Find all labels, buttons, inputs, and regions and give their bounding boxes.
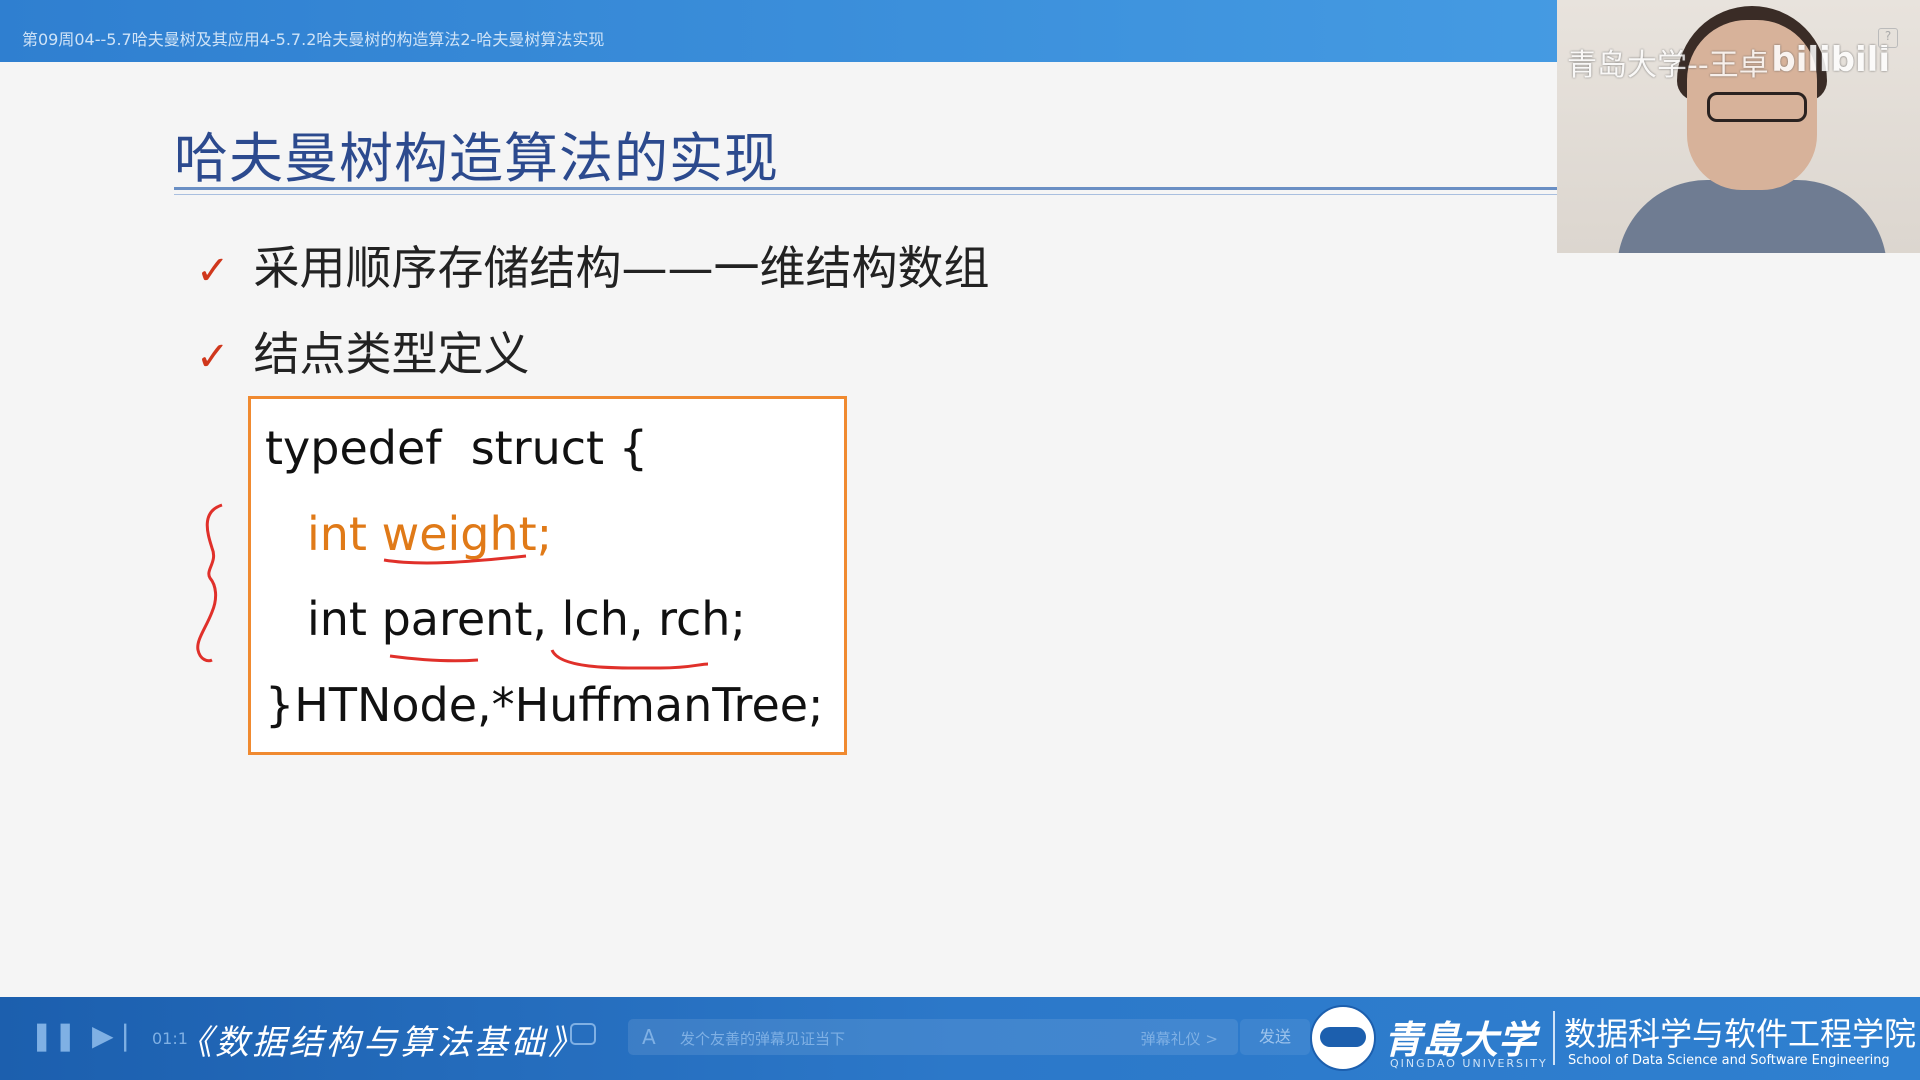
help-icon[interactable]: ? (1878, 28, 1898, 48)
code-line-typedef: typedef struct { (265, 421, 648, 475)
title-underline-thin (174, 194, 1557, 195)
send-button[interactable]: 发送 (1240, 1019, 1310, 1055)
bullet-storage: ✓ 采用顺序存储结构——一维结构数组 (196, 232, 990, 298)
danmaku-etiquette-link[interactable]: 弹幕礼仪 > (1141, 1028, 1218, 1049)
presenter-glasses (1707, 92, 1807, 122)
slide-title: 哈夫曼树构造算法的实现 (174, 127, 779, 190)
webcam-overlay: 青岛大学--王卓 bilibili ? (1557, 0, 1920, 253)
school-name: 数据科学与软件工程学院 (1564, 1015, 1917, 1053)
danmaku-input[interactable]: A 发个友善的弹幕见证当下 弹幕礼仪 > (628, 1019, 1238, 1055)
university-emblem (1310, 1005, 1376, 1071)
check-icon: ✓ (196, 334, 230, 380)
course-title: 《数据结构与算法基础》 (178, 1023, 585, 1063)
university-name: 青島大学 (1384, 1017, 1537, 1062)
logo-divider (1553, 1011, 1555, 1065)
university-name-en: QINGDAO UNIVERSITY (1390, 1057, 1548, 1070)
code-line-weight: int weight; (307, 507, 553, 561)
code-line-typename: }HTNode,*HuffmanTree; (265, 678, 824, 732)
school-name-en: School of Data Science and Software Engi… (1568, 1053, 1890, 1068)
player-control-bar: ❚❚ ▶❘ 01:1 《数据结构与算法基础》 A 发个友善的弹幕见证当下 弹幕礼… (0, 997, 1920, 1080)
check-icon: ✓ (196, 248, 230, 294)
code-line-links: int parent, lch, rch; (307, 592, 746, 646)
bilibili-logo: bilibili (1771, 40, 1890, 80)
pause-icon[interactable]: ❚❚ (30, 1019, 77, 1052)
title-underline (174, 187, 1557, 190)
code-block: typedef struct { int weight; int parent,… (248, 396, 847, 755)
presenter-body (1617, 180, 1887, 253)
video-title: 第09周04--5.7哈夫曼树及其应用4-5.7.2哈夫曼树的构造算法2-哈夫曼… (22, 30, 605, 49)
bullet-text: 结点类型定义 (253, 327, 530, 381)
bullet-node-type: ✓ 结点类型定义 (196, 318, 530, 384)
next-icon[interactable]: ▶❘ (92, 1019, 137, 1052)
bullet-text: 采用顺序存储结构——一维结构数组 (253, 241, 990, 295)
webcam-caption: 青岛大学--王卓 (1567, 48, 1769, 83)
danmaku-toggle-icon[interactable] (570, 1023, 596, 1045)
emblem-inner (1320, 1027, 1366, 1047)
danmaku-style-icon[interactable]: A (642, 1025, 656, 1049)
danmaku-placeholder: 发个友善的弹幕见证当下 (680, 1030, 846, 1048)
